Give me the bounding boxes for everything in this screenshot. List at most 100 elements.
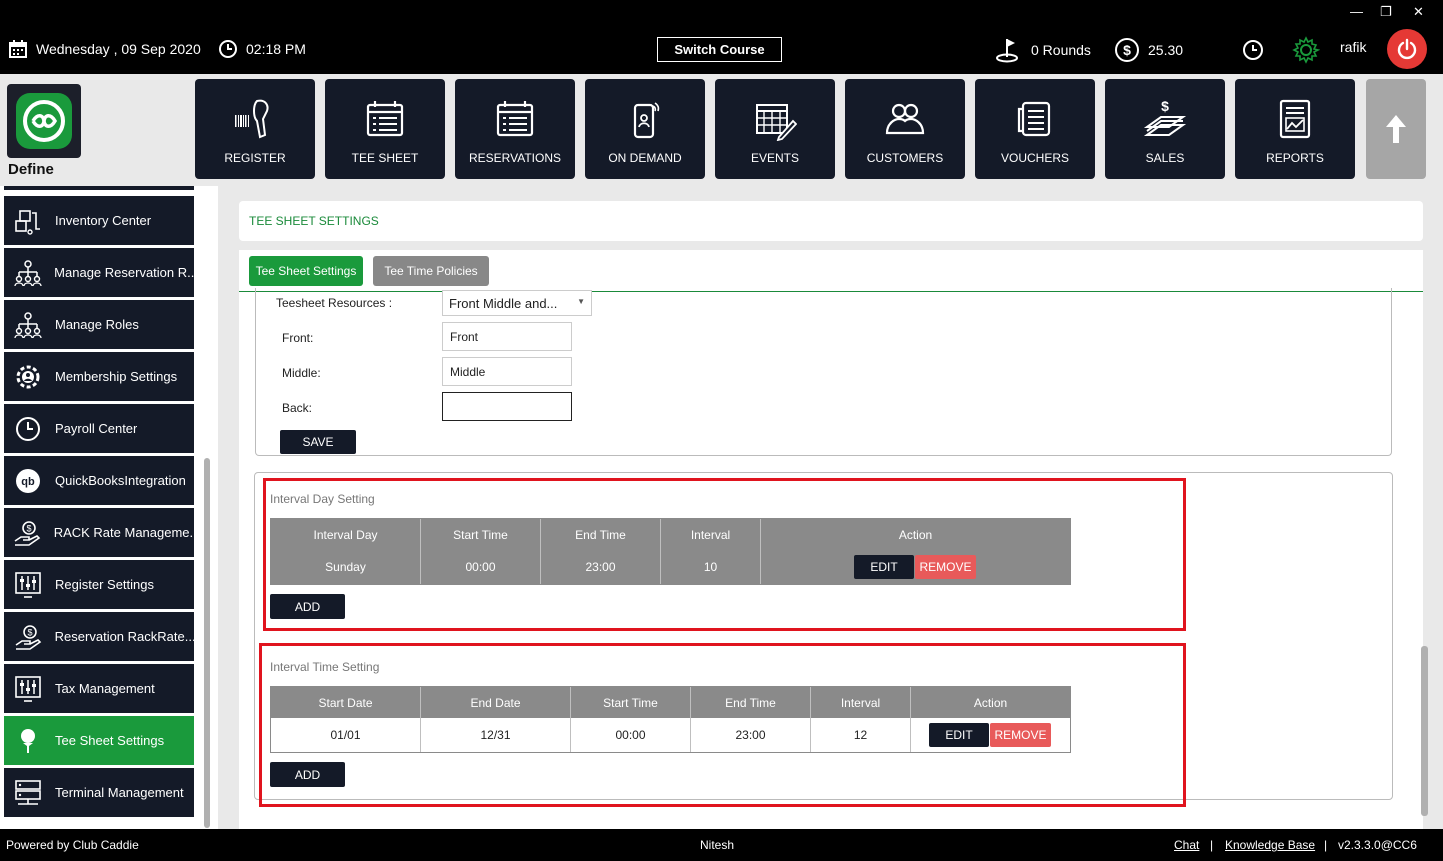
time-text: 02:18 PM — [246, 41, 306, 57]
calendar-icon — [9, 40, 27, 58]
select-value: Front Middle and... — [449, 295, 558, 311]
gear-icon — [13, 362, 43, 392]
sidebar-item-inventory[interactable]: Inventory Center — [4, 196, 194, 245]
chat-link[interactable]: Chat — [1174, 838, 1199, 852]
front-input[interactable]: Front — [442, 322, 572, 351]
reservations-icon — [496, 101, 534, 137]
sidebar-item-manage-reservation-roles[interactable]: Manage Reservation R... — [4, 248, 194, 297]
module-events[interactable]: EVENTS — [715, 79, 835, 179]
add-interval-time-button[interactable]: ADD — [270, 762, 345, 787]
table-cell-actions: EDIT REMOVE — [911, 718, 1070, 752]
username[interactable]: rafik — [1340, 39, 1366, 55]
module-customers[interactable]: CUSTOMERS — [845, 79, 965, 179]
table-cell: 12/31 — [421, 718, 571, 752]
minimize-button[interactable]: — — [1350, 4, 1363, 19]
module-label: TEE SHEET — [351, 151, 419, 165]
sidebar-item-label: Manage Roles — [55, 317, 139, 332]
table-cell: Sunday — [271, 550, 421, 584]
sidebar-item-tee-sheet-settings[interactable]: Tee Sheet Settings — [4, 716, 194, 765]
table-header: Start Date End Date Start Time End Time … — [271, 687, 1070, 718]
module-vouchers[interactable]: VOUCHERS — [975, 79, 1095, 179]
org-chart-icon — [13, 258, 42, 288]
reports-icon — [1279, 99, 1311, 139]
save-button[interactable]: SAVE — [280, 430, 356, 454]
module-label: CUSTOMERS — [866, 151, 944, 165]
sidebar-item-payroll-center[interactable]: Payroll Center — [4, 404, 194, 453]
remove-button[interactable]: REMOVE — [915, 555, 976, 579]
column-header: Interval — [661, 519, 761, 550]
svg-text:$: $ — [1123, 42, 1131, 58]
settings-gear-icon[interactable] — [1292, 36, 1320, 64]
tee-sheet-icon — [366, 101, 404, 137]
module-register[interactable]: REGISTER — [195, 79, 315, 179]
app-logo[interactable] — [7, 84, 81, 158]
main-content: TEE SHEET SETTINGS Tee Sheet Settings Te… — [225, 186, 1437, 829]
logout-button[interactable] — [1387, 29, 1427, 69]
module-on-demand[interactable]: ON DEMAND — [585, 79, 705, 179]
inventory-icon — [13, 206, 43, 236]
table-header: Interval Day Start Time End Time Interva… — [271, 519, 1070, 550]
sidebar-item-manage-roles[interactable]: Manage Roles — [4, 300, 194, 349]
module-reports[interactable]: REPORTS — [1235, 79, 1355, 179]
middle-input[interactable]: Middle — [442, 357, 572, 386]
remove-button[interactable]: REMOVE — [990, 723, 1051, 747]
add-interval-day-button[interactable]: ADD — [270, 594, 345, 619]
table-cell: 23:00 — [541, 550, 661, 584]
scroll-up-button[interactable] — [1366, 79, 1426, 179]
sidebar-item-quickbooks[interactable]: qb QuickBooksIntegration — [4, 456, 194, 505]
voucher-icon — [1017, 101, 1051, 137]
table-cell: 10 — [661, 550, 761, 584]
sidebar-item-label: Tee Sheet Settings — [55, 733, 165, 748]
column-header: Start Time — [421, 519, 541, 550]
module-reservations[interactable]: RESERVATIONS — [455, 79, 575, 179]
history-clock-icon[interactable] — [1242, 39, 1264, 61]
sidebar-item-label: Payroll Center — [55, 421, 138, 436]
module-label: REPORTS — [1266, 151, 1324, 165]
sidebar-item-label: Manage Reservation R... — [54, 265, 194, 280]
table-cell: 12 — [811, 718, 911, 752]
teesheet-resources-select[interactable]: Front Middle and... ▼ — [442, 290, 592, 316]
footer: Powered by Club Caddie Nitesh Chat | Kno… — [0, 829, 1443, 861]
tab-tee-sheet-settings[interactable]: Tee Sheet Settings — [249, 256, 363, 286]
sidebar-scrollbar[interactable] — [204, 458, 210, 828]
close-button[interactable]: ✕ — [1413, 4, 1424, 20]
sidebar-item-membership-settings[interactable]: Membership Settings — [4, 352, 194, 401]
restore-button[interactable]: ❐ — [1380, 4, 1392, 20]
module-tee-sheet[interactable]: TEE SHEET — [325, 79, 445, 179]
edit-button[interactable]: EDIT — [929, 723, 989, 747]
sidebar-item-terminal-management[interactable]: Terminal Management — [4, 768, 194, 817]
knowledge-base-link[interactable]: Knowledge Base — [1225, 838, 1315, 852]
table-cell: 23:00 — [691, 718, 811, 752]
sidebar-item-register-settings[interactable]: Register Settings — [4, 560, 194, 609]
front-label: Front: — [282, 331, 314, 345]
module-sales[interactable]: $ SALES — [1105, 79, 1225, 179]
footer-separator: | — [1324, 838, 1328, 852]
edit-button[interactable]: EDIT — [854, 555, 914, 579]
sidebar-item-reservation-rackrate[interactable]: $ Reservation RackRate... — [4, 612, 194, 661]
caret-down-icon: ▼ — [577, 297, 585, 306]
back-input[interactable] — [442, 392, 572, 421]
powered-by-text: Powered by Club Caddie — [6, 838, 139, 852]
arrow-up-icon — [1386, 115, 1406, 143]
money-hand-icon: $ — [13, 518, 42, 548]
switch-course-button[interactable]: Switch Course — [657, 37, 782, 62]
interval-time-table: Start Date End Date Start Time End Time … — [270, 686, 1071, 753]
sidebar-item-label: Membership Settings — [55, 369, 178, 384]
footer-separator: | — [1210, 838, 1214, 852]
tab-bar: Tee Sheet Settings Tee Time Policies — [239, 250, 1423, 292]
money-hand-icon: $ — [13, 622, 43, 652]
main-scrollbar[interactable] — [1421, 646, 1428, 816]
date-text: Wednesday , 09 Sep 2020 — [36, 41, 201, 57]
tab-tee-time-policies[interactable]: Tee Time Policies — [373, 256, 489, 286]
clock-icon — [219, 40, 237, 58]
sidebar[interactable]: Inventory Center Manage Reservation R...… — [0, 186, 218, 829]
settings-content: Teesheet Resources : Front Middle and...… — [239, 288, 1428, 829]
module-label: EVENTS — [750, 151, 799, 165]
time-display: 02:18 PM — [218, 39, 306, 59]
sidebar-item-label: QuickBooksIntegration — [55, 473, 186, 488]
sidebar-item-label: RACK Rate Manageme... — [53, 525, 194, 540]
sidebar-item-rack-rate-management[interactable]: $ RACK Rate Manageme... — [4, 508, 194, 557]
table-row: Sunday 00:00 23:00 10 EDIT REMOVE — [271, 550, 1070, 584]
org-chart-icon — [13, 310, 43, 340]
sidebar-item-tax-management[interactable]: Tax Management — [4, 664, 194, 713]
